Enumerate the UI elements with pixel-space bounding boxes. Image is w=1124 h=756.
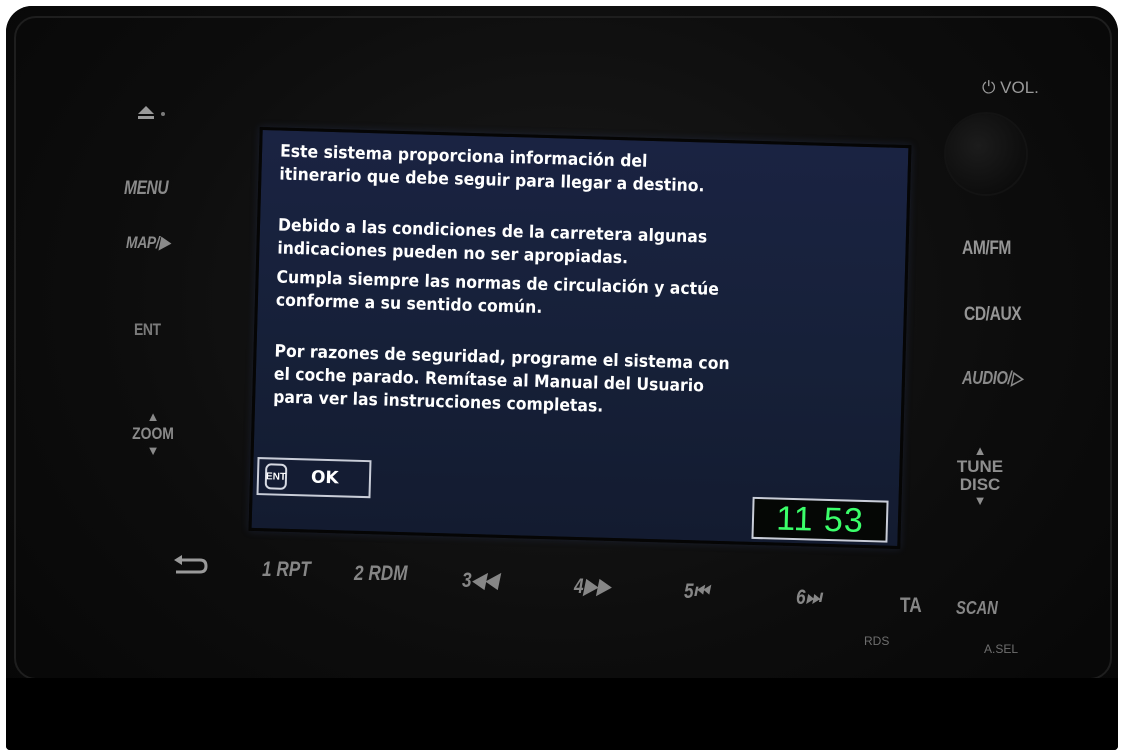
ta-button[interactable]: TA [900, 594, 922, 618]
asel-label: A.SEL [984, 642, 1019, 656]
disclaimer-paragraph-3: Cumpla siempre las normas de circulación… [276, 267, 838, 329]
tune-down-icon[interactable]: ▼ [950, 494, 1010, 508]
zoom-up-icon[interactable]: ▲ [123, 410, 183, 424]
disclaimer-paragraph-2: Debido a las condiciones de la carretera… [277, 215, 839, 277]
preset-1-button[interactable]: 1 RPT [262, 558, 311, 582]
tune-up-icon[interactable]: ▲ [950, 444, 1010, 458]
scan-button[interactable]: SCAN [956, 598, 998, 619]
preset-6-button[interactable]: 6⏭ [796, 586, 821, 610]
ent-key-icon: ENT [264, 463, 288, 490]
preset-5-button[interactable]: 5⏮ [684, 580, 709, 604]
amfm-button[interactable]: AM/FM [962, 238, 1011, 260]
navigation-screen: Este sistema proporciona información del… [248, 126, 912, 550]
preset-button-row: 1 RPT 2 RDM 3◀◀ 4▶▶ 5⏮ 6⏭ TA RDS SCAN A.… [0, 552, 1112, 656]
dashboard-lower-band [6, 678, 1118, 750]
zoom-label: ZOOM [132, 424, 174, 443]
map-button[interactable]: MAP/▶ [126, 233, 170, 253]
eject-icon[interactable] [136, 104, 170, 122]
zoom-control[interactable]: ▲ ZOOM ▼ [123, 410, 183, 490]
preset-3-button[interactable]: 3◀◀ [462, 568, 498, 593]
preset-2-button[interactable]: 2 RDM [354, 562, 408, 586]
back-arrow-icon[interactable] [170, 554, 210, 578]
tune-label: TUNE [956, 457, 1004, 476]
preset-4-button[interactable]: 4▶▶ [574, 574, 610, 599]
audio-button[interactable]: AUDIO/▷ [962, 368, 1023, 389]
disclaimer-paragraph-4: Por razones de seguridad, programe el si… [273, 340, 836, 425]
volume-knob[interactable] [946, 114, 1026, 194]
disc-label: DISC [959, 475, 1001, 494]
disclaimer-paragraph-1: Este sistema proporciona información del… [279, 141, 841, 203]
clock-display: 11 53 [751, 496, 889, 543]
ok-button[interactable]: ENT OK [256, 457, 372, 499]
ok-label: OK [310, 467, 339, 489]
rds-label: RDS [864, 634, 890, 648]
tune-disc-control[interactable]: ▲ TUNE DISC ▼ [950, 444, 1010, 534]
menu-button[interactable]: MENU [124, 178, 169, 200]
zoom-down-icon[interactable]: ▼ [123, 444, 183, 458]
ent-button[interactable]: ENT [134, 320, 161, 340]
vol-label: ⏻ VOL. [982, 78, 1039, 97]
cdaux-button[interactable]: CD/AUX [964, 304, 1022, 326]
